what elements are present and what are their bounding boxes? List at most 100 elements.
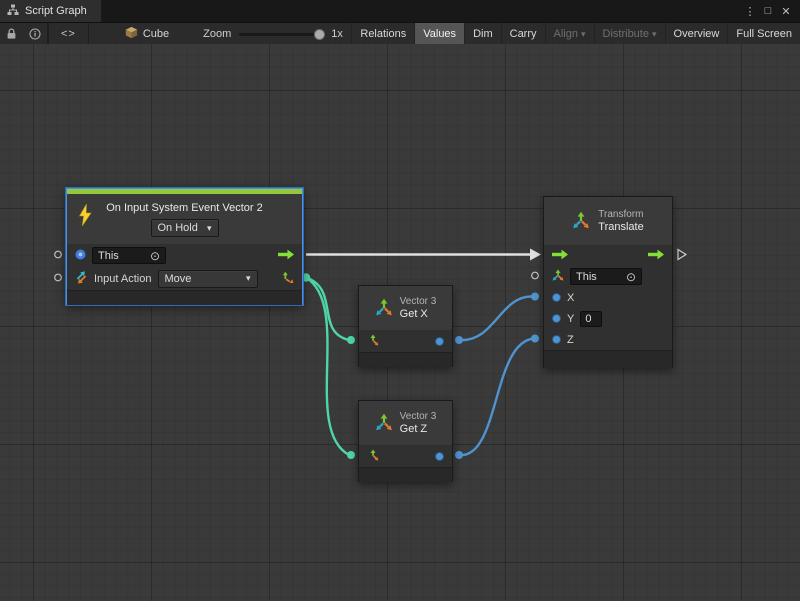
node-get-z[interactable]: Vector 3 Get Z [358, 400, 453, 482]
wire-getz-to-translate-z[interactable] [459, 339, 534, 456]
translate-this-row: This ⊙ [544, 266, 672, 287]
y-label: Y [567, 313, 574, 325]
this-icon [75, 249, 86, 263]
close-icon[interactable]: ✕ [777, 5, 795, 18]
port-vector2-output[interactable] [302, 273, 310, 281]
toolbar-button-group: Relations Values Dim Carry Align ▾ Distr… [351, 23, 800, 45]
getx-footer [359, 352, 452, 367]
chevron-down-icon: ▾ [652, 30, 657, 39]
zoom-slider-handle[interactable] [314, 29, 325, 40]
event-node-header: On Input System Event Vector 2 On Hold ▾ [67, 194, 302, 244]
getz-port-row [359, 445, 452, 467]
graph-toolbar: <> Cube Zoom 1x Relations Values Dim Car… [0, 22, 800, 46]
port-getx-input[interactable] [347, 336, 355, 344]
getx-header: Vector 3 Get X [359, 286, 452, 330]
menu-icon[interactable]: ⋮ [741, 5, 759, 18]
flow-output-arrow-icon[interactable] [278, 249, 294, 263]
node-on-input-system-event-vector2[interactable]: On Input System Event Vector 2 On Hold ▾… [66, 188, 303, 305]
node-category: Transform [598, 209, 643, 220]
float-output-port[interactable] [435, 452, 444, 461]
graph-target-label: Cube [143, 28, 169, 40]
vector3-input-port-icon[interactable] [367, 334, 379, 349]
z-input-port[interactable] [552, 335, 561, 344]
event-this-row: This ⊙ [67, 244, 302, 267]
tab-label: Script Graph [25, 5, 87, 17]
overview-button[interactable]: Overview [665, 23, 728, 45]
port-translate-x-input[interactable] [531, 293, 539, 301]
this-label: This [98, 250, 119, 262]
translate-z-row: Z [544, 329, 672, 350]
chevron-down-icon: ▾ [246, 274, 251, 283]
x-label: X [567, 292, 574, 304]
translate-x-row: X [544, 287, 672, 308]
wire-getx-to-translate-x[interactable] [459, 296, 534, 340]
dim-button[interactable]: Dim [464, 23, 501, 45]
script-graph-icon [7, 4, 19, 19]
port-getz-input[interactable] [347, 451, 355, 459]
this-object-field[interactable]: This ⊙ [570, 268, 642, 285]
wire-flow-arrowhead [530, 249, 541, 261]
chevron-down-icon: ▾ [581, 30, 586, 39]
event-node-footer [67, 290, 302, 305]
object-picker-icon: ⊙ [626, 271, 636, 283]
event-input-action-row: Input Action Move ▾ [67, 267, 302, 290]
transform-mini-icon [552, 269, 564, 284]
align-dropdown[interactable]: Align ▾ [545, 23, 594, 45]
y-value-field[interactable]: 0 [580, 311, 602, 327]
input-action-icon [75, 271, 88, 287]
chevron-down-icon: ▾ [207, 224, 212, 233]
port-getx-output[interactable] [455, 336, 463, 344]
zoom-slider[interactable] [239, 33, 323, 36]
node-category: Vector 3 [400, 296, 437, 307]
this-object-field[interactable]: This ⊙ [92, 247, 166, 264]
graph-target[interactable]: Cube [125, 26, 169, 42]
flow-input-arrow-icon[interactable] [552, 249, 568, 263]
vector3-input-port-icon[interactable] [367, 449, 379, 464]
port-event-inputaction-unconnected[interactable] [55, 274, 62, 281]
on-hold-dropdown[interactable]: On Hold ▾ [151, 219, 219, 237]
wire-vector2-to-getz[interactable] [306, 278, 349, 456]
relations-button[interactable]: Relations [351, 23, 414, 45]
z-label: Z [567, 334, 574, 346]
port-event-this-unconnected[interactable] [55, 251, 62, 258]
port-translate-flow-output-unconnected[interactable] [678, 250, 686, 260]
lock-icon[interactable] [0, 23, 23, 45]
align-label: Align [554, 28, 578, 40]
float-output-port[interactable] [435, 337, 444, 346]
wire-vector2-to-getx[interactable] [306, 278, 349, 341]
distribute-label: Distribute [603, 28, 649, 40]
vector3-icon [375, 298, 393, 319]
this-label: This [576, 271, 597, 283]
titlebar: Script Graph ⋮ □ ✕ [0, 0, 800, 22]
values-button[interactable]: Values [414, 23, 464, 45]
fullscreen-button[interactable]: Full Screen [727, 23, 800, 45]
port-translate-this-unconnected[interactable] [532, 272, 539, 279]
edit-graph-button[interactable]: <> [48, 23, 89, 45]
node-name: Get Z [400, 423, 437, 435]
input-action-label: Input Action [94, 273, 152, 285]
window-controls: ⋮ □ ✕ [741, 0, 800, 22]
input-action-dropdown[interactable]: Move ▾ [158, 270, 258, 288]
vector2-output-icon[interactable] [281, 271, 294, 287]
tab-script-graph[interactable]: Script Graph [0, 0, 101, 22]
node-title: On Input System Event Vector 2 [67, 194, 302, 214]
x-input-port[interactable] [552, 293, 561, 302]
zoom-control: Zoom 1x [203, 28, 343, 40]
node-get-x[interactable]: Vector 3 Get X [358, 285, 453, 367]
node-name: Translate [598, 221, 643, 233]
carry-button[interactable]: Carry [501, 23, 545, 45]
lightning-icon [77, 204, 93, 229]
graph-canvas[interactable]: On Input System Event Vector 2 On Hold ▾… [0, 44, 800, 601]
node-transform-translate[interactable]: Transform Translate [543, 196, 673, 368]
distribute-dropdown[interactable]: Distribute ▾ [594, 23, 665, 45]
info-icon[interactable] [23, 23, 47, 45]
flow-output-arrow-icon[interactable] [648, 249, 664, 263]
maximize-icon[interactable]: □ [759, 5, 777, 17]
translate-header: Transform Translate [544, 197, 672, 245]
translate-y-row: Y 0 [544, 308, 672, 329]
port-translate-z-input[interactable] [531, 335, 539, 343]
vector3-icon [375, 413, 393, 434]
port-getz-output[interactable] [455, 451, 463, 459]
y-input-port[interactable] [552, 314, 561, 323]
getz-footer [359, 467, 452, 482]
